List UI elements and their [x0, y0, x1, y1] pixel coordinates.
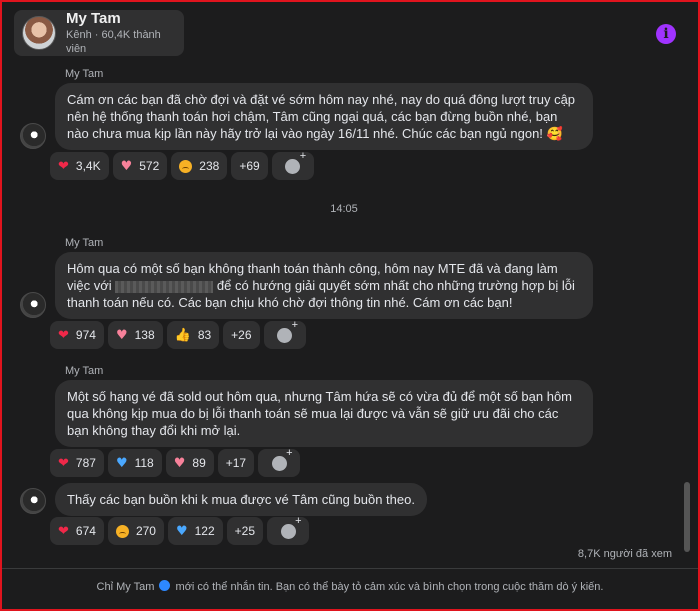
reaction-heart-pink[interactable]: ♥ 138: [107, 321, 163, 349]
message-bubble[interactable]: Một số hạng vé đã sold out hôm qua, nhưn…: [55, 380, 593, 447]
scrollbar[interactable]: [684, 482, 690, 552]
sad-face-icon: [179, 159, 193, 173]
footer-notice: Chỉ My Tam mới có thể nhắn tin. Bạn có t…: [96, 580, 604, 593]
reaction-sad[interactable]: 238: [171, 152, 228, 180]
reaction-more[interactable]: +25: [226, 517, 264, 545]
heart-icon: ❤: [58, 455, 69, 471]
message-bubble[interactable]: Hôm qua có một số bạn không thanh toán t…: [55, 252, 593, 319]
message-sender: My Tam: [65, 68, 104, 80]
heart-pink-icon: ♥: [120, 158, 133, 174]
verified-icon: [159, 580, 171, 591]
reaction-bar: ❤ 787 ♥ 118 ♥ 89 +17: [50, 447, 301, 477]
sad-face-icon: [115, 524, 129, 538]
reaction-heart-blue[interactable]: ♥ 118: [107, 449, 162, 477]
message-bubble[interactable]: Thấy các bạn buồn khi k mua được vé Tâm …: [55, 483, 427, 516]
message-bubble[interactable]: Cám ơn các bạn đã chờ đợi và đặt vé sớm …: [55, 83, 593, 150]
footer-divider: [2, 568, 698, 569]
add-emoji-icon: [285, 150, 306, 174]
reaction-heart-pink[interactable]: ♥ 89: [165, 449, 214, 477]
heart-icon: ❤: [58, 523, 69, 539]
info-icon[interactable]: i: [656, 24, 676, 44]
message-sender: My Tam: [65, 365, 104, 377]
heart-blue-icon: ♥: [175, 523, 188, 539]
thumbs-up-icon: 👍: [174, 327, 191, 343]
reaction-heart[interactable]: ❤ 787: [50, 449, 104, 477]
reaction-more[interactable]: +26: [223, 321, 260, 349]
channel-name: My Tam: [66, 10, 121, 27]
reaction-bar: ❤ 3,4K ♥ 572 238 +69: [50, 150, 314, 180]
heart-icon: ❤: [58, 327, 69, 343]
timestamp: 14:05: [330, 203, 358, 215]
reaction-like[interactable]: 👍 83: [166, 321, 220, 349]
reaction-bar: ❤ 674 270 ♥ 122 +25: [50, 515, 310, 545]
reaction-bar: ❤ 974 ♥ 138 👍 83 +26: [50, 319, 306, 349]
reaction-heart[interactable]: ❤ 3,4K: [50, 152, 109, 180]
add-emoji-icon: [271, 447, 293, 471]
sender-avatar[interactable]: [20, 292, 46, 318]
add-emoji-icon: [277, 319, 298, 343]
heart-pink-icon: ♥: [173, 455, 186, 471]
reaction-heart[interactable]: ❤ 674: [50, 517, 104, 545]
channel-window: My Tam Kênh · 60,4K thành viên i My Tam …: [0, 0, 700, 611]
add-emoji-icon: [280, 515, 302, 539]
channel-avatar[interactable]: [22, 16, 56, 50]
reaction-more[interactable]: +17: [217, 449, 255, 477]
reaction-heart[interactable]: ❤ 974: [50, 321, 104, 349]
message-sender: My Tam: [65, 237, 104, 249]
reaction-heart-blue[interactable]: ♥ 122: [167, 517, 223, 545]
heart-blue-icon: ♥: [115, 455, 128, 471]
heart-pink-icon: ♥: [115, 327, 128, 343]
channel-header[interactable]: My Tam Kênh · 60,4K thành viên: [14, 10, 184, 56]
sender-avatar[interactable]: [20, 123, 46, 149]
add-reaction-button[interactable]: [267, 515, 310, 545]
heart-icon: ❤: [58, 158, 69, 174]
reaction-heart-pink[interactable]: ♥ 572: [112, 152, 168, 180]
redacted-text: [115, 280, 214, 293]
add-reaction-button[interactable]: [271, 150, 314, 180]
add-reaction-button[interactable]: [263, 319, 306, 349]
sender-avatar[interactable]: [20, 488, 46, 514]
seen-count: 8,7K người đã xem: [577, 548, 672, 560]
channel-subtitle: Kênh · 60,4K thành viên: [66, 29, 161, 55]
reaction-sad[interactable]: 270: [107, 517, 164, 545]
reaction-more[interactable]: +69: [231, 152, 268, 180]
add-reaction-button[interactable]: [258, 447, 301, 477]
